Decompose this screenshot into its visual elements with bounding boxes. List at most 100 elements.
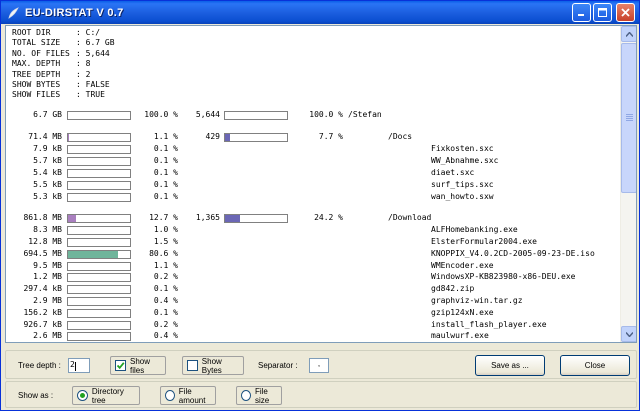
summary-line: TOTAL SIZE : 6.7 GB	[12, 38, 115, 48]
scroll-thumb[interactable]	[621, 43, 636, 193]
show-bytes-checkbox[interactable]: Show Bytes	[182, 356, 244, 375]
leaf-icon[interactable]	[6, 6, 20, 20]
separator-value: ,	[317, 359, 321, 368]
size-percent: 0.4 %	[153, 296, 178, 305]
size-percent: 0.2 %	[153, 320, 178, 329]
folder-name: /Docs	[388, 132, 413, 141]
count-bar	[224, 133, 288, 142]
radio-file-size-label: File size	[254, 386, 270, 405]
summary-key: TOTAL SIZE	[12, 38, 61, 48]
size-bar	[67, 250, 131, 259]
tree-depth-label: Tree depth :	[18, 361, 61, 370]
count-bar-fill	[225, 215, 240, 222]
file-row: 5.3 kB 0.1 % wan_howto.sxw	[6, 192, 620, 203]
show-files-checkbox[interactable]: Show files	[110, 356, 166, 375]
folder-name: /Stefan	[348, 110, 382, 119]
file-name: WMEncoder.exe	[431, 261, 494, 270]
file-row: 5.7 kB 0.1 % WW_Abnahme.sxc	[6, 156, 620, 167]
file-count: 1,365	[195, 213, 220, 222]
app-window: EU-DIRSTAT V 0.7 ROOT DIR: C:/TOTAL SIZE…	[0, 0, 640, 411]
scroll-down-icon[interactable]	[621, 326, 636, 342]
size-percent: 0.1 %	[153, 308, 178, 317]
separator-label: Separator :	[258, 361, 298, 370]
radio-file-amount[interactable]: File amount	[160, 386, 216, 405]
summary-value: : 8	[76, 59, 91, 69]
summary-key: SHOW BYTES	[12, 80, 61, 89]
file-name: maulwurf.exe	[431, 331, 489, 340]
report-view[interactable]: ROOT DIR: C:/TOTAL SIZE: 6.7 GB NO. OF FI…	[5, 25, 637, 343]
folder-row: 71.4 MB 1.1 % 429 7.7 % /Docs	[6, 132, 620, 143]
size-bar-fill	[68, 215, 76, 222]
summary-value: : TRUE	[76, 90, 105, 100]
summary-line: NO. OF FILES: 5,644	[12, 49, 110, 59]
file-name: gzip124xN.exe	[431, 308, 494, 317]
file-name: gd842.zip	[431, 284, 475, 293]
file-name: KNOPPIX_V4.0.2CD-2005-09-23-DE.iso	[431, 249, 595, 258]
count-bar	[224, 111, 288, 120]
size-bar	[67, 309, 131, 318]
close-icon[interactable]	[616, 3, 635, 22]
folder-row: 861.8 MB 12.7 % 1,365 24.2 % /Download	[6, 213, 620, 224]
scroll-up-icon[interactable]	[621, 26, 636, 42]
size-percent: 0.4 %	[153, 331, 178, 340]
size-bar	[67, 238, 131, 247]
size-bar	[67, 145, 131, 154]
size-bar-fill	[68, 251, 118, 258]
size-value: 5.4 kB	[33, 168, 62, 177]
summary-value: : C:/	[76, 28, 101, 37]
summary-key: NO. OF FILES	[12, 48, 70, 58]
size-percent: 0.2 %	[153, 272, 178, 281]
title-bar[interactable]: EU-DIRSTAT V 0.7	[1, 1, 639, 24]
size-bar-fill	[68, 134, 69, 141]
file-name: surf_tips.sxc	[431, 180, 494, 189]
size-bar	[67, 214, 131, 223]
show-files-label: Show files	[130, 356, 151, 375]
file-name: WindowsXP-KB823980-x86-DEU.exe	[431, 272, 576, 281]
separator-input[interactable]: ,	[309, 358, 329, 373]
size-percent: 1.0 %	[153, 225, 178, 234]
size-value: 156.2 kB	[23, 308, 62, 317]
radio-file-size[interactable]: File size	[236, 386, 282, 405]
radio-selected-icon	[77, 390, 88, 401]
maximize-icon[interactable]	[593, 3, 612, 22]
summary-value: : 6.7 GB	[76, 38, 115, 48]
size-bar	[67, 273, 131, 282]
close-button[interactable]: Close	[560, 355, 630, 376]
size-percent: 0.1 %	[153, 168, 178, 177]
size-bar	[67, 157, 131, 166]
save-as-button[interactable]: Save as ...	[475, 355, 545, 376]
size-bar	[67, 332, 131, 341]
count-bar-fill	[225, 134, 230, 141]
minimize-icon[interactable]	[572, 3, 591, 22]
size-value: 926.7 kB	[23, 320, 62, 329]
file-name: Fixkosten.sxc	[431, 144, 494, 153]
summary-line: TREE DEPTH: 2	[12, 70, 90, 80]
options-group: Tree depth : 2 Show files Show Bytes Sep…	[5, 350, 637, 379]
size-value: 2.6 MB	[33, 331, 62, 340]
file-row: 8.3 MB 1.0 % ALFHomebanking.exe	[6, 225, 620, 236]
file-row: 7.9 kB 0.1 % Fixkosten.sxc	[6, 144, 620, 155]
size-percent: 1.5 %	[153, 237, 178, 246]
show-as-label: Show as :	[18, 391, 54, 400]
size-value: 7.9 kB	[33, 144, 62, 153]
size-value: 5.7 kB	[33, 156, 62, 165]
vertical-scrollbar[interactable]	[620, 26, 636, 342]
size-bar	[67, 181, 131, 190]
folder-name: /Download	[388, 213, 432, 222]
file-count: 429	[205, 132, 220, 141]
tree-depth-input[interactable]: 2	[68, 358, 90, 373]
size-bar	[67, 226, 131, 235]
radio-directory-tree[interactable]: Directory tree	[72, 386, 140, 405]
file-row: 2.9 MB 0.4 % graphviz-win.tar.gz	[6, 296, 620, 307]
close-label: Close	[584, 361, 606, 370]
file-row: 12.8 MB 1.5 % ElsterFormular2004.exe	[6, 237, 620, 248]
size-value: 297.4 kB	[23, 284, 62, 293]
count-percent: 7.7 %	[318, 132, 343, 141]
summary-key: TREE DEPTH	[12, 69, 61, 79]
file-row: 297.4 kB 0.1 % gd842.zip	[6, 284, 620, 295]
size-percent: 1.1 %	[153, 132, 178, 141]
size-bar	[67, 321, 131, 330]
size-value: 694.5 MB	[23, 249, 62, 258]
size-value: 71.4 MB	[28, 132, 62, 141]
size-bar	[67, 193, 131, 202]
